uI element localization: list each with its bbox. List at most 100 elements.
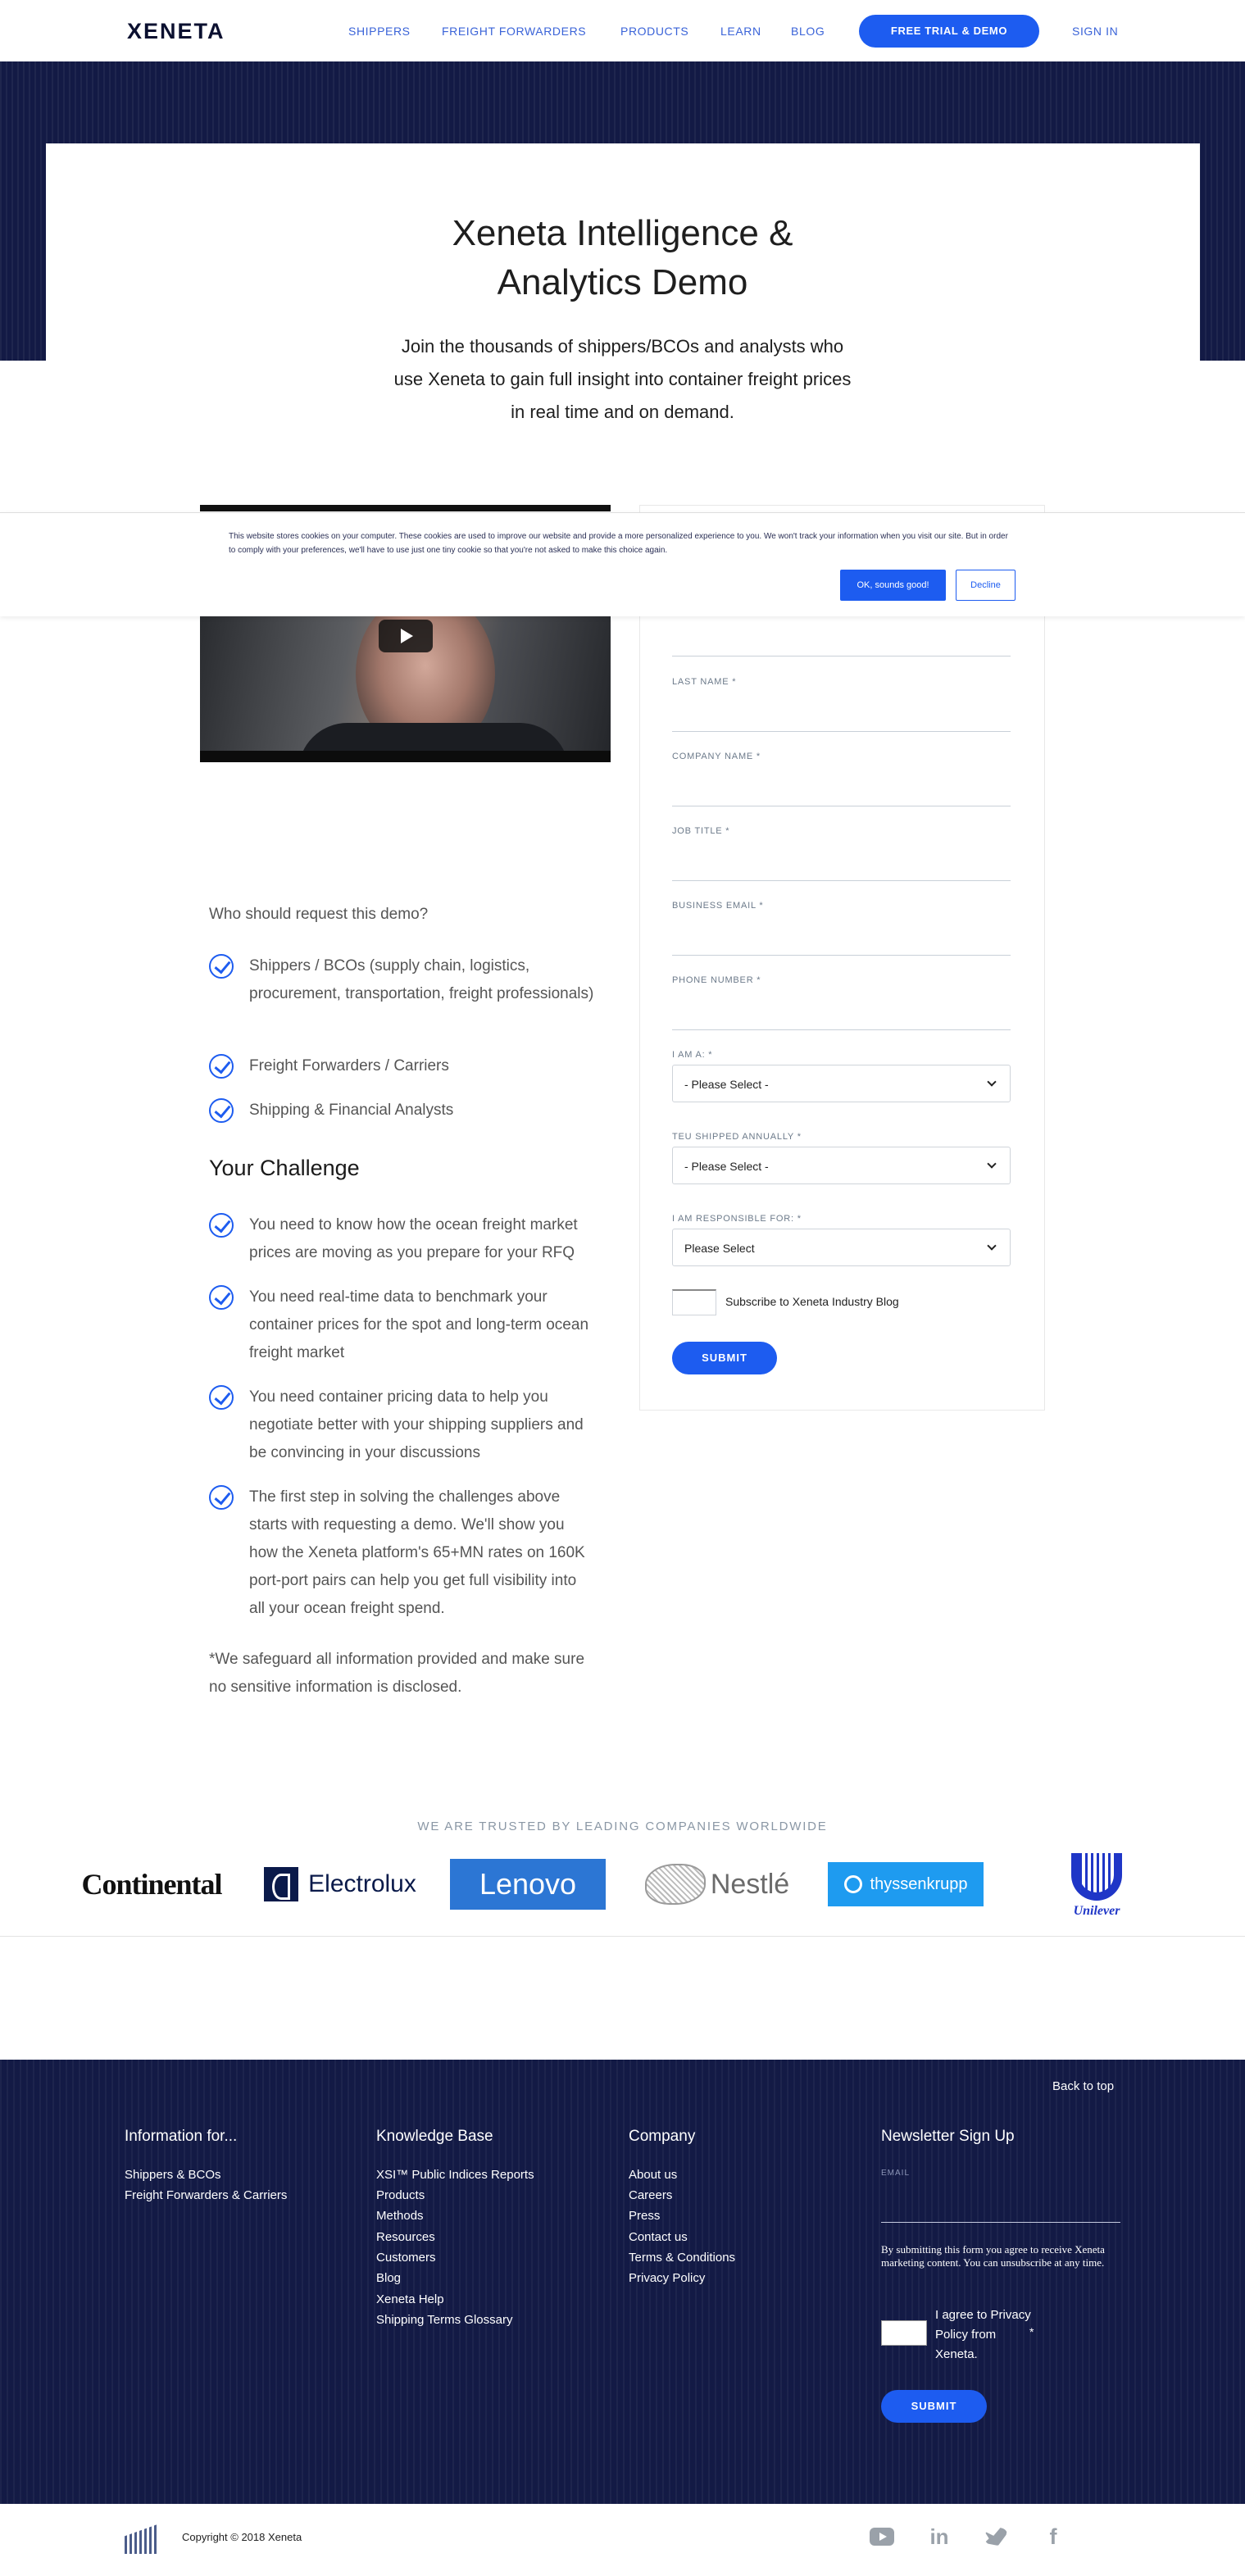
footer-knowledge-heading: Knowledge Base — [376, 2128, 493, 2145]
subtitle-line-3: in real time and on demand. — [511, 402, 734, 422]
nestle-logo: Nestlé — [638, 1859, 797, 1910]
cookie-accept-button[interactable]: OK, sounds good! — [840, 570, 946, 601]
facebook-icon[interactable]: f — [1041, 2524, 1066, 2549]
required-marker: * — [1029, 2325, 1034, 2338]
electrolux-logo: Electrolux — [262, 1859, 418, 1910]
video-top-bar — [200, 505, 611, 511]
check-circle-icon — [209, 1098, 234, 1123]
subscribe-label: Subscribe to Xeneta Industry Blog — [725, 1295, 899, 1308]
form-submit-button[interactable]: SUBMIT — [672, 1342, 777, 1374]
i-am-a-label: I AM A: * — [672, 1050, 713, 1060]
footer-link-help[interactable]: Xeneta Help — [376, 2292, 444, 2306]
teu-select[interactable]: - Please Select - — [672, 1147, 1011, 1184]
nav-blog[interactable]: BLOG — [791, 25, 825, 38]
footer-link-glossary[interactable]: Shipping Terms Glossary — [376, 2313, 512, 2327]
nav-freight-forwarders[interactable]: FREIGHT FORWARDERS — [442, 25, 586, 38]
sign-in-link[interactable]: SIGN IN — [1072, 25, 1118, 38]
job-title-label: JOB TITLE * — [672, 826, 730, 836]
privacy-agree-checkbox[interactable] — [881, 2320, 927, 2346]
safeguard-note: *We safeguard all information provided a… — [209, 1651, 585, 1696]
play-icon[interactable] — [379, 620, 433, 652]
footer-link-careers[interactable]: Careers — [629, 2188, 672, 2202]
electrolux-mark-icon — [264, 1867, 299, 1901]
cookie-decline-button[interactable]: Decline — [956, 570, 1016, 601]
who-item: Shippers / BCOs (supply chain, logistics… — [249, 957, 594, 1002]
cookie-banner: This website stores cookies on your comp… — [0, 512, 1245, 616]
lenovo-logo: Lenovo — [450, 1859, 606, 1910]
nav-shippers[interactable]: SHIPPERS — [348, 25, 411, 38]
footer-link-resources[interactable]: Resources — [376, 2230, 435, 2244]
who-heading: Who should request this demo? — [209, 906, 429, 923]
company-name-label: COMPANY NAME * — [672, 752, 761, 761]
footer — [0, 2060, 1245, 2504]
responsible-select[interactable]: Please Select — [672, 1229, 1011, 1266]
page-title-line-2: Analytics Demo — [497, 262, 748, 302]
challenge-item: You need container pricing data to help … — [249, 1388, 584, 1461]
footer-link-shippers[interactable]: Shippers & BCOs — [125, 2168, 221, 2182]
check-circle-icon — [209, 1213, 234, 1238]
job-title-field[interactable] — [672, 880, 1011, 881]
twitter-icon[interactable] — [984, 2524, 1008, 2549]
unilever-wordmark: Unilever — [1073, 1904, 1120, 1918]
check-circle-icon — [209, 954, 234, 979]
subtitle-line-2: use Xeneta to gain full insight into con… — [393, 369, 852, 389]
newsletter-heading: Newsletter Sign Up — [881, 2128, 1015, 2145]
privacy-agree-label: I agree to Privacy Policy from Xeneta. — [935, 2308, 1031, 2361]
chevron-down-icon — [987, 1241, 997, 1251]
business-email-field[interactable] — [672, 955, 1011, 956]
free-trial-demo-button[interactable]: FREE TRIAL & DEMO — [859, 15, 1039, 48]
nestle-nest-icon — [644, 1864, 706, 1905]
chevron-down-icon — [987, 1077, 997, 1087]
thyssenkrupp-mark-icon — [843, 1875, 862, 1893]
demo-request-form — [639, 505, 1045, 1411]
footer-link-about[interactable]: About us — [629, 2168, 677, 2182]
i-am-a-select[interactable]: - Please Select - — [672, 1065, 1011, 1102]
linkedin-icon[interactable]: in — [927, 2524, 952, 2549]
footer-link-privacy[interactable]: Privacy Policy — [629, 2271, 705, 2285]
subscribe-checkbox[interactable] — [672, 1289, 716, 1315]
nav-learn[interactable]: LEARN — [720, 25, 761, 38]
newsletter-consent-note: By submitting this form you agree to rec… — [881, 2243, 1105, 2269]
page-title-line-1: Xeneta Intelligence & — [452, 213, 793, 253]
footer-info-heading: Information for... — [125, 2128, 238, 2145]
thyssenkrupp-wordmark: thyssenkrupp — [870, 1874, 968, 1893]
footer-link-terms[interactable]: Terms & Conditions — [629, 2251, 735, 2265]
footer-link-press[interactable]: Press — [629, 2209, 660, 2223]
trusted-heading: WE ARE TRUSTED BY LEADING COMPANIES WORL… — [417, 1820, 828, 1833]
demo-video[interactable] — [200, 616, 611, 762]
responsible-value: Please Select — [684, 1242, 755, 1255]
footer-link-forwarders[interactable]: Freight Forwarders & Carriers — [125, 2188, 287, 2202]
footer-link-contact[interactable]: Contact us — [629, 2230, 688, 2244]
unilever-logo: Unilever — [1060, 1851, 1134, 1921]
teu-value: - Please Select - — [684, 1160, 769, 1173]
who-item: Freight Forwarders / Carriers — [249, 1057, 449, 1074]
challenge-heading: Your Challenge — [209, 1156, 360, 1180]
check-circle-icon — [209, 1054, 234, 1079]
youtube-icon[interactable] — [869, 2524, 895, 2549]
video-controls-bar — [200, 751, 611, 762]
phone-number-label: PHONE NUMBER * — [672, 975, 761, 985]
footer-link-methods[interactable]: Methods — [376, 2209, 424, 2223]
last-name-field[interactable] — [672, 731, 1011, 732]
newsletter-submit-button[interactable]: SUBMIT — [881, 2390, 987, 2423]
newsletter-email-field[interactable] — [881, 2222, 1120, 2223]
nav-products[interactable]: PRODUCTS — [620, 25, 688, 38]
phone-number-field[interactable] — [672, 1029, 1011, 1030]
footer-link-customers[interactable]: Customers — [376, 2251, 436, 2265]
last-name-label: LAST NAME * — [672, 677, 737, 687]
footer-link-blog[interactable]: Blog — [376, 2271, 401, 2285]
copyright-text: Copyright © 2018 Xeneta — [182, 2531, 302, 2543]
xeneta-logo[interactable]: XENETA — [127, 19, 225, 44]
check-circle-icon — [209, 1485, 234, 1510]
i-am-a-value: - Please Select - — [684, 1078, 769, 1091]
chevron-down-icon — [987, 1159, 997, 1169]
back-to-top-link[interactable]: Back to top — [1052, 2079, 1114, 2093]
challenge-item: The first step in solving the challenges… — [249, 1488, 585, 1617]
section-divider — [0, 1936, 1245, 1937]
youtube-play-icon — [870, 2528, 894, 2546]
footer-link-products[interactable]: Products — [376, 2188, 425, 2202]
responsible-label: I AM RESPONSIBLE FOR: * — [672, 1214, 802, 1224]
footer-link-xsi[interactable]: XSI™ Public Indices Reports — [376, 2168, 534, 2182]
challenge-item: You need real-time data to benchmark you… — [249, 1288, 589, 1361]
newsletter-email-label: EMAIL — [881, 2169, 911, 2178]
